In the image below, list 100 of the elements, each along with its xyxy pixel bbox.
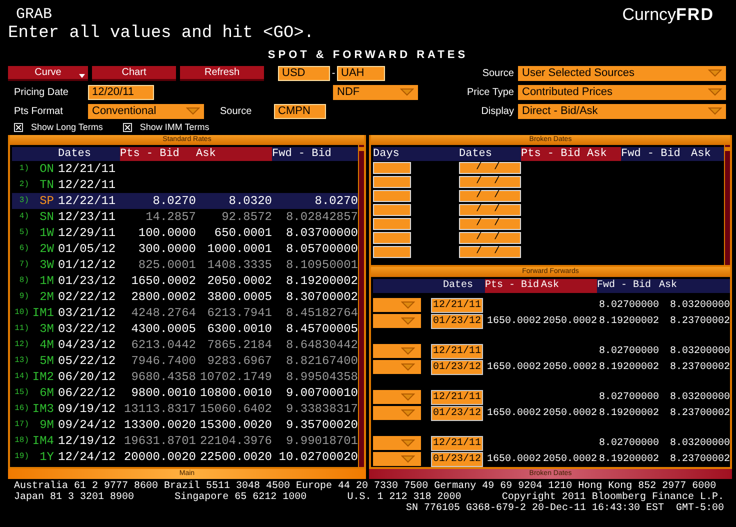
table-cell-text: 92.8572 (220, 209, 272, 225)
table-cell-text: 1650.0002 (486, 454, 541, 464)
table-cell-text: 12/22/11 (58, 193, 117, 209)
date-field[interactable]: / / (459, 246, 521, 258)
currency-field[interactable]: UAH (337, 66, 385, 80)
tenor-dropdown[interactable] (373, 436, 421, 450)
tenor-label: IM2 (32, 369, 55, 385)
table-row[interactable]: 4) SN 12/23/11 14.2857 92.8572 8.02842857 (12, 209, 358, 225)
date-field[interactable]: / / (459, 190, 521, 202)
currency-field[interactable]: USD (278, 66, 330, 80)
dropdown[interactable]: User Selected Sources (518, 66, 726, 80)
table-cell-text: 10800.0010 (198, 385, 272, 401)
dropdown-caret-icon (708, 107, 722, 115)
date-field[interactable]: 01/23/12 (431, 360, 484, 374)
tenor-label: IM1 (32, 305, 55, 321)
table-cell-text: 10.02700020 (278, 449, 358, 465)
row-number: 4) (18, 211, 30, 223)
date-field[interactable]: 01/23/12 (431, 406, 484, 420)
tenor-label: SN (38, 209, 55, 225)
checkbox[interactable] (14, 122, 23, 132)
table-cell-text: 12/19/12 (58, 433, 117, 449)
tenor-dropdown[interactable] (373, 390, 421, 404)
table-row[interactable]: 8) 1M 01/23/12 1650.0002 2050.0002 8.19200002 (12, 273, 358, 289)
column-header: Fwd - Bid (597, 279, 652, 293)
table-row[interactable]: 16) IM3 09/19/12 13113.8317 15060.6402 9.33838317 (12, 401, 358, 417)
table-row[interactable]: 6) 2W 01/05/12 300.0000 1000.0001 8.05700000 (12, 241, 358, 257)
table-row[interactable]: 13) 5M 05/22/12 7946.7400 9283.6967 8.82167400 (12, 353, 358, 369)
tenor-dropdown[interactable] (373, 344, 421, 358)
date-field[interactable]: 01/23/12 (431, 452, 484, 466)
row-number: 5) (18, 227, 30, 239)
date-field[interactable]: / / (459, 232, 521, 244)
days-field[interactable] (373, 232, 411, 244)
days-field[interactable] (373, 162, 411, 174)
date-field[interactable]: 12/21/11 (431, 298, 484, 312)
date-field[interactable]: / / (459, 176, 521, 188)
field-label: Price Type (466, 86, 515, 98)
table-row[interactable]: 15) 6M 06/22/12 9800.0010 10800.0010 9.00700010 (12, 385, 358, 401)
checkbox[interactable] (122, 122, 132, 132)
date-field[interactable]: 12/21/11 (431, 390, 484, 404)
tenor-dropdown[interactable] (373, 298, 421, 312)
date-field[interactable]: / / (459, 204, 521, 216)
table-row[interactable]: 12) 4M 04/23/12 6213.0442 7865.2184 8.64830442 (12, 337, 358, 353)
scrollbar[interactable] (358, 145, 364, 467)
table-row[interactable]: 17) 9M 09/24/12 13300.0020 15300.0020 9.35700020 (12, 417, 358, 433)
table-row[interactable]: 14) IM2 06/20/12 9680.4358 10702.1749 8.99504358 (12, 369, 358, 385)
scrollbar[interactable] (724, 145, 730, 265)
row-number: 15) (14, 387, 30, 399)
table-cell-text: 10702.1749 (198, 369, 272, 385)
date-field[interactable]: 12/20/11 (88, 84, 154, 100)
table-cell-text: 8.0270 (314, 193, 358, 209)
footer-text: SN 776105 G368-679-2 20-Dec-11 16:43:30 EST GMT-5:00 (406, 503, 724, 514)
date-field[interactable]: / / (459, 162, 521, 174)
table-cell-text: 12/21/11 (58, 161, 117, 177)
table-row[interactable]: 7) 3W 01/12/12 825.0001 1408.3335 8.10950001 (12, 257, 358, 273)
date-field[interactable]: 12/21/11 (431, 344, 484, 358)
tenor-dropdown[interactable] (373, 360, 421, 374)
table-cell-text: 2050.0002 (542, 316, 597, 326)
column-header: Ask (691, 147, 712, 161)
table-row[interactable]: 10) IM1 03/21/12 4248.2764 6213.7941 8.45182764 (12, 305, 358, 321)
dropdown[interactable]: Direct - Bid/Ask (518, 104, 726, 118)
tenor-dropdown[interactable] (373, 406, 421, 420)
toolbar-button[interactable]: Refresh (180, 66, 264, 80)
table-cell-text: 1650.0002 (486, 408, 541, 418)
toolbar-button[interactable]: Chart (92, 66, 176, 80)
table-row[interactable]: 2) TN 12/22/11 (12, 177, 358, 193)
source-field[interactable]: CMPN (274, 104, 326, 118)
table-row[interactable]: 19) 1Y 12/24/12 20000.0020 22500.0020 10.02700020 (12, 449, 358, 465)
table-row[interactable]: 5) 1W 12/29/11 100.0000 650.0001 8.03700000 (12, 225, 358, 241)
field-label: Display (480, 106, 515, 116)
tenor-dropdown[interactable] (373, 314, 421, 328)
table-cell-text: 8.45182764 (284, 305, 358, 321)
date-field[interactable]: 01/23/12 (431, 314, 484, 328)
table-cell-text: 100.0000 (137, 225, 196, 241)
days-field[interactable] (373, 176, 411, 188)
table-row[interactable]: 9) 2M 02/22/12 2800.0002 3800.0005 8.30700002 (12, 289, 358, 305)
table-cell-text: 2050.0002 (542, 454, 597, 464)
footer-text: Australia 61 2 9777 8600 Brazil 5511 3048 4500 Europe 44 20 7330 7500 Germany 49 69 9204 1210 Hong Kong 852 2977 6000 (14, 481, 716, 492)
table-cell-text: 8.82167400 (284, 353, 358, 369)
table-cell-text: 8.03200000 (668, 392, 730, 402)
toolbar-button[interactable]: Curve (8, 66, 88, 80)
dropdown[interactable]: Conventional (88, 104, 204, 118)
days-field[interactable] (373, 246, 411, 258)
days-field[interactable] (373, 204, 411, 216)
table-cell-text: 8.10950001 (284, 257, 358, 273)
row-number: 9) (18, 291, 30, 303)
table-row[interactable]: 3) SP 12/22/11 8.0270 8.0320 8.0270 (12, 193, 358, 209)
table-row[interactable]: 1) ON 12/21/11 (12, 161, 358, 177)
days-field[interactable] (373, 190, 411, 202)
table-cell-text: 12/24/12 (58, 449, 117, 465)
table-cell-text: 8.0270 (152, 193, 196, 209)
date-field[interactable]: 12/21/11 (431, 436, 484, 450)
days-field[interactable] (373, 218, 411, 230)
date-field[interactable]: / / (459, 218, 521, 230)
table-cell-text: 8.23700002 (668, 362, 730, 372)
row-number: 19) (14, 451, 30, 463)
table-row[interactable]: 11) 3M 03/22/12 4300.0005 6300.0010 8.45700005 (12, 321, 358, 337)
table-row[interactable]: 18) IM4 12/19/12 19631.8701 22104.3976 9.99018701 (12, 433, 358, 449)
dropdown[interactable]: NDF (333, 84, 418, 100)
dropdown[interactable]: Contributed Prices (518, 84, 726, 100)
tenor-dropdown[interactable] (373, 452, 421, 466)
